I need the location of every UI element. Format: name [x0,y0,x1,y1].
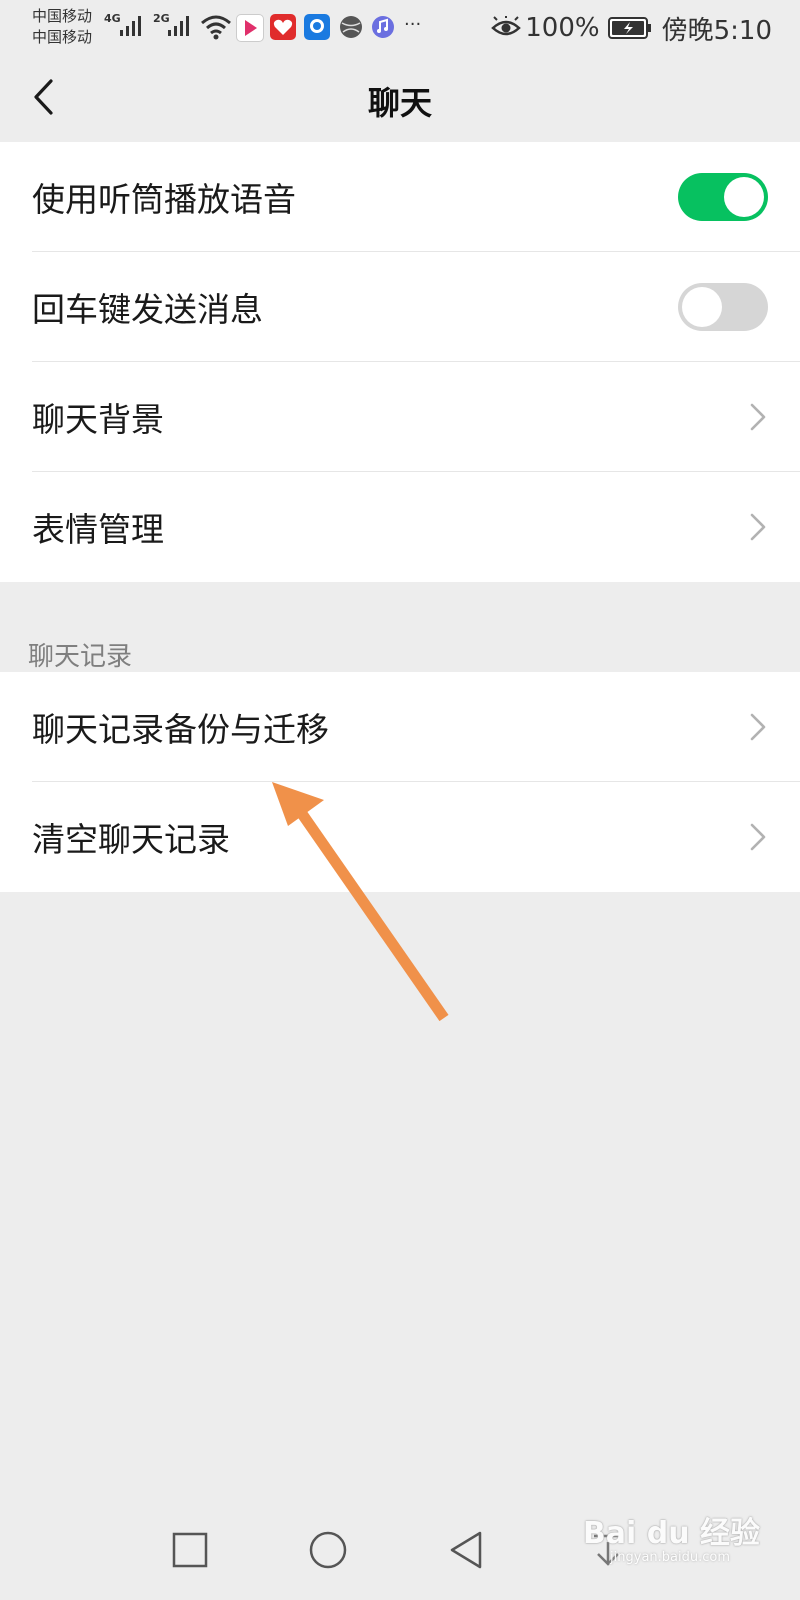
status-bar: 中国移动 中国移动 4G 2G ··· 100% 傍晚5:10 [0,0,800,56]
setting-label: 回车键发送消息 [32,290,263,329]
home-button[interactable] [298,1520,358,1580]
earpiece-toggle[interactable] [678,173,768,221]
carrier-2: 中国移动 [32,28,93,46]
clock: 傍晚5:10 [661,15,772,46]
watermark-logo: Bai du 经验 [582,1516,760,1551]
nav-bar: 聊天 [0,56,800,142]
wifi-icon [201,15,231,40]
carrier-1: 中国移动 [32,7,93,25]
watermark-url: jingyan.baidu.com [610,1550,730,1565]
signal-icon-2 [168,16,189,36]
setting-row-earpiece[interactable]: 使用听筒播放语音 [0,142,800,252]
setting-label: 清空聊天记录 [32,820,230,859]
signal-icon-1 [120,16,141,36]
triangle-back-icon [450,1531,482,1569]
app-icon-video [236,14,264,42]
more-notifications: ··· [404,14,422,35]
setting-row-backup-migrate[interactable]: 聊天记录备份与迁移 [0,672,800,782]
setting-row-clear-history[interactable]: 清空聊天记录 [0,782,800,892]
section-header-chat-history: 聊天记录 [28,642,133,672]
setting-label: 聊天背景 [32,400,164,439]
battery-percent: 100% [525,13,600,43]
music-icon [372,16,394,38]
setting-row-stickers[interactable]: 表情管理 [0,472,800,582]
circle-icon [309,1531,347,1569]
enter-send-toggle[interactable] [678,283,768,331]
setting-label: 使用听筒播放语音 [32,180,296,219]
chevron-right-icon [750,513,766,541]
square-icon [172,1532,208,1568]
app-icon-ball [340,16,362,38]
settings-group-chat-history: 聊天记录备份与迁移 清空聊天记录 [0,672,800,892]
setting-row-chat-background[interactable]: 聊天背景 [0,362,800,472]
status-right: 100% 傍晚5:10 [491,10,772,46]
chevron-right-icon [750,713,766,741]
app-icon-heart [270,14,296,40]
settings-group-general: 使用听筒播放语音 回车键发送消息 聊天背景 表情管理 [0,142,800,582]
page-title: 聊天 [367,84,432,122]
setting-row-enter-send[interactable]: 回车键发送消息 [0,252,800,362]
setting-label: 表情管理 [32,510,164,549]
eye-icon [491,16,522,36]
setting-label: 聊天记录备份与迁移 [32,710,329,749]
app-icon-chat [304,14,330,40]
recent-apps-button[interactable] [160,1520,220,1580]
toggle-knob [724,177,764,217]
chevron-right-icon [750,403,766,431]
back-nav-button[interactable] [436,1520,496,1580]
battery-icon [607,17,651,39]
chevron-right-icon [750,823,766,851]
carrier-names: 中国移动 中国移动 [32,6,92,48]
toggle-knob [682,287,722,327]
